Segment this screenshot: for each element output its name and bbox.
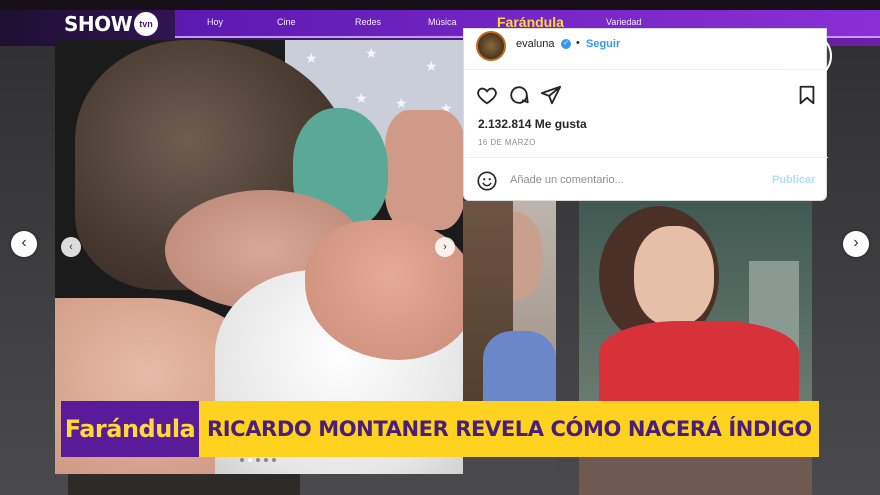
carousel-next-button[interactable]: › bbox=[435, 237, 455, 257]
comment-input[interactable]: Añade un comentario... bbox=[510, 174, 624, 186]
carousel-indicator bbox=[240, 458, 276, 462]
bookmark-icon[interactable] bbox=[796, 84, 818, 106]
photo-red-top bbox=[599, 321, 799, 401]
username-separator: • bbox=[576, 37, 580, 49]
gallery-photo-woman-left bbox=[463, 201, 556, 401]
heart-icon[interactable] bbox=[476, 84, 498, 106]
nav-item-musica[interactable]: Música bbox=[428, 17, 457, 27]
nav-top-band bbox=[0, 0, 880, 10]
nav-item-variedad[interactable]: Variedad bbox=[606, 17, 641, 27]
video-frame: SHOW tvn Hoy Cine Redes Música Farándula… bbox=[0, 0, 880, 495]
tvn-watermark-logo: tvn bbox=[786, 33, 832, 79]
nav-item-hoy[interactable]: Hoy bbox=[207, 17, 223, 27]
instagram-post-card: evaluna ✓ • Seguir 2.132.814 Me gusta 16… bbox=[463, 28, 828, 201]
nav-item-cine[interactable]: Cine bbox=[277, 17, 296, 27]
headline: RICARDO MONTANER REVELA CÓMO NACERÁ ÍNDI… bbox=[199, 401, 819, 457]
photo-face bbox=[634, 226, 714, 326]
section-tag: Farándula bbox=[61, 401, 199, 457]
user-avatar[interactable] bbox=[476, 31, 506, 61]
instagram-username[interactable]: evaluna bbox=[516, 38, 555, 50]
star-decoration: ★ bbox=[365, 45, 378, 61]
publish-button[interactable]: Publicar bbox=[772, 174, 815, 186]
carousel-dot[interactable] bbox=[264, 458, 268, 462]
gallery-prev-button[interactable]: ‹ bbox=[11, 231, 37, 257]
carousel-prev-button[interactable]: ‹ bbox=[61, 237, 81, 257]
photo-clothing bbox=[483, 331, 556, 401]
star-decoration: ★ bbox=[425, 58, 438, 74]
likes-count[interactable]: 2.132.814 Me gusta bbox=[478, 117, 587, 131]
gallery-photo-thumb bbox=[463, 457, 556, 495]
star-decoration: ★ bbox=[305, 50, 318, 66]
comment-icon[interactable] bbox=[508, 84, 530, 106]
carousel-dot[interactable] bbox=[256, 458, 260, 462]
carousel-dot[interactable] bbox=[248, 458, 252, 462]
share-icon[interactable] bbox=[540, 84, 562, 106]
gallery-next-button[interactable]: › bbox=[843, 231, 869, 257]
photo-arm bbox=[385, 110, 463, 230]
gallery-photo-thumb bbox=[68, 474, 300, 495]
emoji-icon[interactable] bbox=[476, 170, 498, 192]
gallery-photo-woman-right bbox=[579, 201, 812, 401]
show-logo[interactable]: SHOW bbox=[64, 12, 133, 36]
follow-button[interactable]: Seguir bbox=[586, 38, 620, 50]
header-divider bbox=[464, 69, 828, 70]
carousel-dot[interactable] bbox=[272, 458, 276, 462]
comment-divider bbox=[464, 157, 828, 158]
star-decoration: ★ bbox=[355, 90, 368, 106]
carousel-dot[interactable] bbox=[240, 458, 244, 462]
post-date: 16 DE MARZO bbox=[478, 138, 536, 147]
nav-item-redes[interactable]: Redes bbox=[355, 17, 381, 27]
tvn-logo-badge: tvn bbox=[134, 12, 158, 36]
verified-badge-icon: ✓ bbox=[561, 39, 571, 49]
gallery-photo-thumb bbox=[579, 457, 812, 495]
